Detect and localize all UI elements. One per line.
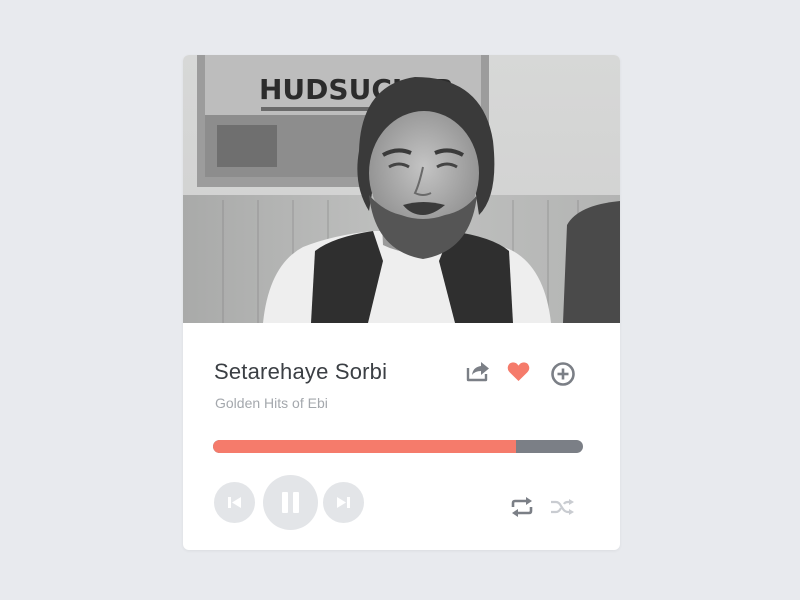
heart-icon: [507, 362, 530, 381]
shuffle-button[interactable]: [550, 497, 575, 517]
track-title: Setarehaye Sorbi: [214, 359, 388, 384]
add-to-playlist-button[interactable]: [550, 361, 576, 387]
pause-icon: [282, 492, 299, 513]
repeat-button[interactable]: [509, 497, 535, 517]
album-cover: HUDSUCKER: [183, 55, 620, 323]
share-icon: [466, 362, 489, 382]
pause-button[interactable]: [263, 475, 318, 530]
favorite-button[interactable]: [507, 361, 530, 383]
previous-button[interactable]: [214, 482, 255, 523]
album-cover-image: HUDSUCKER: [183, 55, 620, 323]
progress-bar[interactable]: [213, 440, 583, 453]
next-icon: [337, 497, 350, 508]
repeat-icon: [511, 497, 533, 517]
album-name: Golden Hits of Ebi: [215, 395, 328, 411]
add-icon: [551, 362, 575, 386]
next-button[interactable]: [323, 482, 364, 523]
shuffle-icon: [551, 499, 574, 515]
previous-icon: [228, 497, 241, 508]
share-button[interactable]: [466, 360, 490, 382]
progress-fill: [213, 440, 517, 453]
music-player-card: HUDSUCKER Setarehaye Sorbi Golden Hits o…: [183, 55, 620, 550]
